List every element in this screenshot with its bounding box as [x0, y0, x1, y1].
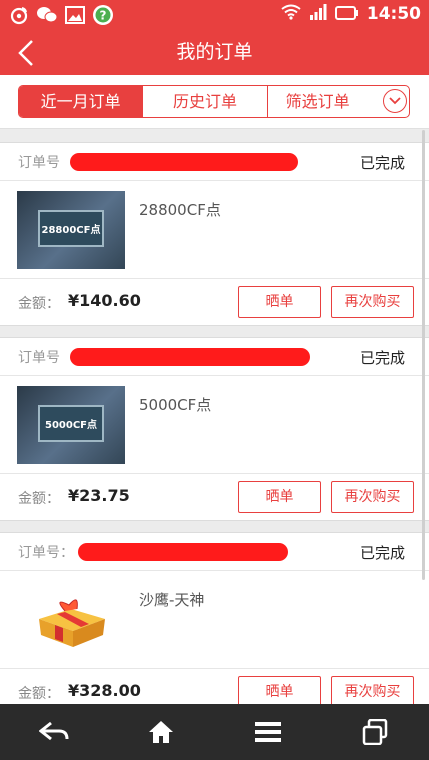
order-header: 订单号： 已完成: [0, 533, 429, 571]
tab-history[interactable]: 历史订单: [142, 86, 266, 117]
amount-label: 金额：: [18, 491, 60, 507]
order-tabs: 近一月订单 历史订单 筛选订单: [18, 85, 410, 118]
order-number-label: 订单号：: [18, 545, 74, 561]
recent-apps-icon: [363, 719, 388, 745]
product-name: 沙鹰-天神: [139, 591, 205, 609]
image-icon: [64, 4, 86, 26]
order-status: 已完成: [359, 154, 405, 172]
order-header: 订单号 已完成: [0, 338, 429, 376]
share-order-button[interactable]: 晒单: [238, 676, 321, 704]
tab-label: 筛选订单: [285, 92, 350, 111]
amount-label: 金额：: [18, 686, 60, 702]
order-amount: ¥328.00: [68, 681, 141, 700]
status-bar: ? 14:50: [0, 0, 429, 30]
redacted-order-number: [78, 543, 288, 561]
tab-label: 历史订单: [172, 92, 237, 111]
app-header: 我的订单: [0, 30, 429, 75]
thumbnail-text: 28800CF点: [41, 225, 101, 236]
order-list[interactable]: 订单号 已完成 28800CF点 28800CF点 金额： ¥140.60 晒单…: [0, 130, 429, 704]
battery-icon: [334, 5, 359, 24]
buy-again-button[interactable]: 再次购买: [331, 676, 414, 704]
order-item[interactable]: 沙鹰-天神: [0, 571, 429, 669]
product-thumbnail: 28800CF点: [17, 191, 125, 269]
gift-box-image: [17, 581, 125, 659]
order-header: 订单号 已完成: [0, 143, 429, 181]
order-item[interactable]: 5000CF点 5000CF点: [0, 376, 429, 474]
tab-label: 近一月订单: [40, 92, 121, 111]
order-filter-bar: 近一月订单 历史订单 筛选订单: [0, 75, 429, 129]
share-order-button[interactable]: 晒单: [238, 481, 321, 513]
wechat-icon: [36, 4, 58, 26]
order-amount: ¥23.75: [68, 486, 130, 505]
nav-home-button[interactable]: [131, 712, 191, 752]
order-status: 已完成: [359, 544, 405, 562]
share-order-button[interactable]: 晒单: [238, 286, 321, 318]
weibo-icon: [8, 4, 30, 26]
redacted-order-number: [70, 153, 298, 171]
chevron-down-icon: [382, 89, 407, 113]
buy-again-button[interactable]: 再次购买: [331, 481, 414, 513]
tab-filter[interactable]: 筛选订单: [266, 86, 409, 117]
wifi-icon: [281, 4, 301, 24]
order-card: 订单号 已完成 5000CF点 5000CF点 金额： ¥23.75 晒单 再次…: [0, 337, 429, 521]
product-name: 5000CF点: [139, 396, 212, 414]
nav-back-button[interactable]: [24, 712, 84, 752]
order-footer: 金额： ¥328.00 晒单 再次购买: [0, 669, 429, 704]
buy-again-button[interactable]: 再次购买: [331, 286, 414, 318]
scrollbar[interactable]: [422, 130, 425, 580]
tab-recent-month[interactable]: 近一月订单: [19, 86, 143, 117]
back-arrow-icon: [38, 721, 69, 741]
thumbnail-text: 5000CF点: [44, 420, 97, 431]
amount-label: 金额：: [18, 296, 60, 312]
order-amount: ¥140.60: [68, 291, 141, 310]
product-name: 28800CF点: [139, 201, 221, 219]
order-item[interactable]: 28800CF点 28800CF点: [0, 181, 429, 279]
product-thumbnail: 5000CF点: [17, 386, 125, 464]
svg-text:?: ?: [100, 9, 107, 23]
nav-recents-button[interactable]: [345, 712, 405, 752]
order-status: 已完成: [359, 349, 405, 367]
signal-icon: [309, 4, 327, 24]
help-app-icon: ?: [92, 4, 114, 26]
menu-icon: [255, 722, 282, 742]
system-nav-bar: [0, 704, 429, 760]
redacted-order-number: [70, 348, 310, 366]
order-number-label: 订单号: [18, 155, 60, 171]
home-icon: [148, 721, 173, 743]
order-footer: 金额： ¥23.75 晒单 再次购买: [0, 474, 429, 520]
status-time: 14:50: [366, 4, 421, 24]
order-number-label: 订单号: [18, 350, 60, 366]
page-title: 我的订单: [176, 41, 253, 63]
nav-menu-button[interactable]: [238, 712, 298, 752]
order-card: 订单号 已完成 28800CF点 28800CF点 金额： ¥140.60 晒单…: [0, 142, 429, 326]
order-footer: 金额： ¥140.60 晒单 再次购买: [0, 279, 429, 325]
order-card: 订单号： 已完成 沙鹰-天神 金额： ¥328.00 晒单 再次购买: [0, 532, 429, 704]
